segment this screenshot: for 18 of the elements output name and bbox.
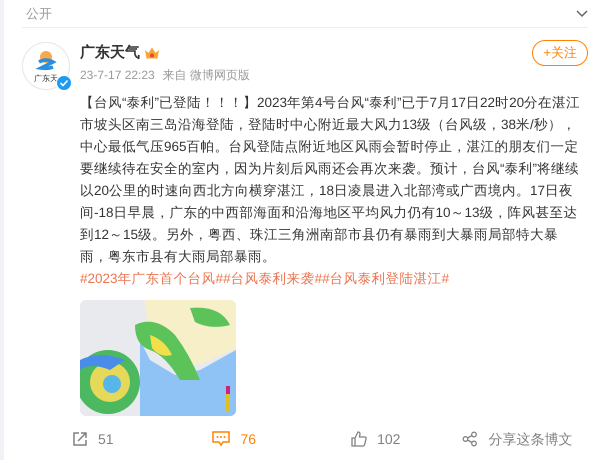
hashtag-link[interactable]: #台风泰利登陆湛江#	[322, 271, 450, 286]
chevron-down-icon[interactable]	[576, 10, 588, 18]
author-name[interactable]: 广东天气	[80, 42, 140, 64]
thumbs-up-icon	[351, 431, 368, 447]
like-button[interactable]: 102	[351, 428, 400, 450]
repost-icon	[72, 431, 88, 447]
hashtag-link[interactable]: #2023年广东首个台风#	[80, 271, 224, 286]
hashtag-link[interactable]: #台风泰利来袭#	[223, 271, 322, 286]
visibility-label: 公开	[25, 4, 52, 23]
comment-button[interactable]: 76	[212, 428, 256, 450]
repost-button[interactable]: 51	[72, 428, 114, 450]
follow-button[interactable]: +关注	[532, 40, 588, 66]
share-button[interactable]: 分享这条博文	[462, 428, 572, 450]
post-text: 【台风“泰利”已登陆！！！】2023年第4号台风“泰利”已于7月17日22时20分在湛江市坡头区南三岛沿海登陆，登陆时中心附近最大风力13级（台风级，38米/秒），中心最低气压965百帕。台风登陆点附近地区风雨会暂时停止，湛江的朋友们一定要继续待在安全的室内，因为片刻后风雨还会再次来袭。预计，台风“泰利”将继续以20公里的时速向西北方向横穿湛江，18日凌晨进入北部湾或广西境内。17日夜间-18日早晨，广东的中西部海面和沿海地区平均风力仍有10～13级，阵风甚至达到12～15级。另外，粤西、珠江三角洲南部市县仍有暴雨到大暴雨局部特大暴雨，粤东市县有大雨局部暴雨。 #2023年广东首个台风##台风泰利来袭##台风泰利登陆湛江#	[80, 94, 582, 288]
share-icon	[462, 431, 478, 447]
post-source: 来自 微博网页版	[162, 67, 250, 84]
comment-icon	[212, 431, 230, 447]
post-time[interactable]: 23-7-17 22:23	[80, 66, 155, 84]
